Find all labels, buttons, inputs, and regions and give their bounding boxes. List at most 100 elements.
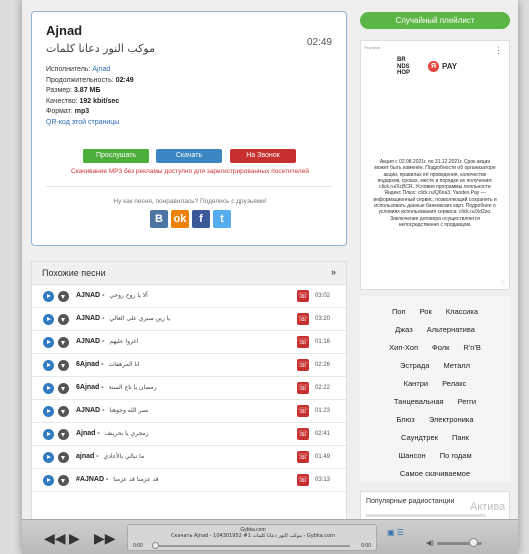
genre-link[interactable]: Металл <box>443 361 470 370</box>
ringtone-icon[interactable]: ☏ <box>297 451 309 463</box>
song-link[interactable]: AJNAD - نصر الله وجوهنا <box>76 407 149 414</box>
next-icon[interactable]: ▶▶ <box>94 530 116 547</box>
previous-icon[interactable]: ◀◀ <box>44 530 66 547</box>
genre-link[interactable]: Панк <box>452 433 469 442</box>
genre-link[interactable]: Танцевальная <box>394 397 444 406</box>
download-button[interactable]: Скачать <box>156 149 222 163</box>
download-circle-icon[interactable] <box>58 291 69 302</box>
download-circle-icon[interactable] <box>58 475 69 486</box>
song-list: AJNAD - آلا يا روح روحي ☏ 03:02 AJNAD - يا … <box>32 285 346 492</box>
song-link[interactable]: AJNAD - اغزوا عليهم <box>76 338 138 345</box>
song-row[interactable]: 6Ajnad - انا المرهفات ☏ 02:26 <box>32 354 346 377</box>
song-row[interactable]: AJNAD - اغزوا عليهم ☏ 01:16 <box>32 331 346 354</box>
genre-link[interactable]: Электроника <box>429 415 474 424</box>
genre-link[interactable]: Джаз <box>395 325 413 334</box>
song-link[interactable]: AJNAD - آلا يا روح روحي <box>76 292 148 299</box>
ringtone-icon[interactable]: ☏ <box>297 474 309 486</box>
odnoklassniki-icon[interactable]: ok <box>171 210 189 228</box>
ringtone-icon[interactable]: ☏ <box>297 313 309 325</box>
volume-knob[interactable] <box>469 538 478 547</box>
genre-link[interactable]: Саундтрек <box>401 433 438 442</box>
song-link[interactable]: 6Ajnad - رمضان يا تاج السنة <box>76 384 157 391</box>
quality-value: 192 kbit/sec <box>79 97 120 105</box>
more-icon[interactable]: ⋮ <box>494 45 503 56</box>
song-link[interactable]: #AJNAD - قد عزمنا قد عزمنا <box>76 476 159 483</box>
qr-code-link[interactable]: QR-код этой страницы <box>46 118 134 129</box>
play-circle-icon[interactable] <box>43 452 54 463</box>
song-name: اغزوا عليهم <box>109 338 139 345</box>
play-circle-icon[interactable] <box>43 475 54 486</box>
ringtone-icon[interactable]: ☏ <box>297 290 309 302</box>
progress-knob[interactable] <box>152 542 159 549</box>
song-link[interactable]: AJNAD - يا زين صبري على العالي <box>76 315 170 322</box>
similar-header[interactable]: Похожие песни » <box>32 262 346 285</box>
genres-panel: Поп Рок Классика Джаз Альтернатива Хип-Хоп Фол… <box>360 296 510 482</box>
ringtone-button[interactable]: На Звонок <box>230 149 296 163</box>
play-circle-icon[interactable] <box>43 291 54 302</box>
genre-link[interactable]: Классика <box>446 307 478 316</box>
ad-text: Акция с 02.08.2021г. по 31.12.2021г. Сро… <box>373 159 497 228</box>
facebook-icon[interactable]: f <box>192 210 210 228</box>
play-circle-icon[interactable] <box>43 314 54 325</box>
format-label: Формат: <box>46 108 73 115</box>
volume-icon[interactable]: ◀) <box>426 539 434 547</box>
song-title: Ajnad <box>46 23 83 38</box>
chevron-down-icon[interactable]: » <box>331 267 336 277</box>
play-circle-icon[interactable] <box>43 383 54 394</box>
song-row[interactable]: ajnad - ما تبالي بالأعادي ☏ 01:49 <box>32 446 346 469</box>
genre-link[interactable]: Альтернатива <box>427 325 475 334</box>
ringtone-icon[interactable]: ☏ <box>297 428 309 440</box>
ringtone-icon[interactable]: ☏ <box>297 359 309 371</box>
similar-songs: Похожие песни » AJNAD - آلا يا روح روحي ☏… <box>31 261 347 521</box>
genre-link[interactable]: Фолк <box>432 343 449 352</box>
song-link[interactable]: ajnad - ما تبالي بالأعادي <box>76 453 144 460</box>
play-circle-icon[interactable] <box>43 337 54 348</box>
playlist-icon[interactable]: ▣ ☰ <box>387 528 404 537</box>
genre-link[interactable]: Самое скачиваемое <box>400 469 470 478</box>
download-circle-icon[interactable] <box>58 360 69 371</box>
song-link[interactable]: 6Ajnad - انا المرهفات <box>76 361 140 368</box>
song-row[interactable]: AJNAD - نصر الله وجوهنا ☏ 01:23 <box>32 400 346 423</box>
download-circle-icon[interactable] <box>58 406 69 417</box>
song-row[interactable]: #AJNAD - قد عزمنا قد عزمنا ☏ 03:13 <box>32 469 346 492</box>
song-link[interactable]: Ajnad - زمجري يا بحرينف <box>76 430 149 437</box>
ad-block[interactable]: Реклама ⋮ BR NDS HOP Я PAY Акция с 02.08… <box>360 40 510 290</box>
ringtone-icon[interactable]: ☏ <box>297 405 309 417</box>
genre-link[interactable]: Поп <box>392 307 406 316</box>
song-row[interactable]: Ajnad - زمجري يا بحرينف ☏ 02:41 <box>32 423 346 446</box>
genre-link[interactable]: Кантри <box>404 379 428 388</box>
time-start: 0:00 <box>133 543 143 549</box>
play-circle-icon[interactable] <box>43 406 54 417</box>
genre-link[interactable]: Релакс <box>442 379 466 388</box>
genre-link[interactable]: По годам <box>440 451 472 460</box>
play-icon[interactable]: ▶ <box>69 530 80 547</box>
download-circle-icon[interactable] <box>58 337 69 348</box>
download-circle-icon[interactable] <box>58 314 69 325</box>
download-circle-icon[interactable] <box>58 383 69 394</box>
genre-link[interactable]: Шансон <box>398 451 425 460</box>
song-row[interactable]: AJNAD - يا زين صبري على العالي ☏ 03:20 <box>32 308 346 331</box>
play-circle-icon[interactable] <box>43 429 54 440</box>
song-name: نصر الله وجوهنا <box>109 407 149 414</box>
genre-link[interactable]: Блюз <box>396 415 414 424</box>
ringtone-icon[interactable]: ☏ <box>297 382 309 394</box>
genre-link[interactable]: R'n'B <box>463 343 480 352</box>
song-row[interactable]: 6Ajnad - رمضان يا تاج السنة ☏ 02:22 <box>32 377 346 400</box>
listen-button[interactable]: Прослушать <box>83 149 149 163</box>
play-circle-icon[interactable] <box>43 360 54 371</box>
genre-link[interactable]: Рок <box>420 307 432 316</box>
genre-link[interactable]: Хип-Хоп <box>389 343 418 352</box>
ringtone-icon[interactable]: ☏ <box>297 336 309 348</box>
ad-info-icon[interactable]: ⓘ <box>501 279 506 286</box>
random-playlist-button[interactable]: Случайный плейлист <box>360 12 510 29</box>
genre-link[interactable]: Эстрада <box>400 361 429 370</box>
genre-row: Блюз Электроника <box>360 410 510 428</box>
vk-icon[interactable]: В <box>150 210 168 228</box>
genre-link[interactable]: Регги <box>458 397 477 406</box>
progress-bar[interactable] <box>154 545 350 547</box>
song-row[interactable]: AJNAD - آلا يا روح روحي ☏ 03:02 <box>32 285 346 308</box>
artist-link[interactable]: Ajnad <box>92 66 110 73</box>
download-circle-icon[interactable] <box>58 429 69 440</box>
download-circle-icon[interactable] <box>58 452 69 463</box>
twitter-icon[interactable]: t <box>213 210 231 228</box>
